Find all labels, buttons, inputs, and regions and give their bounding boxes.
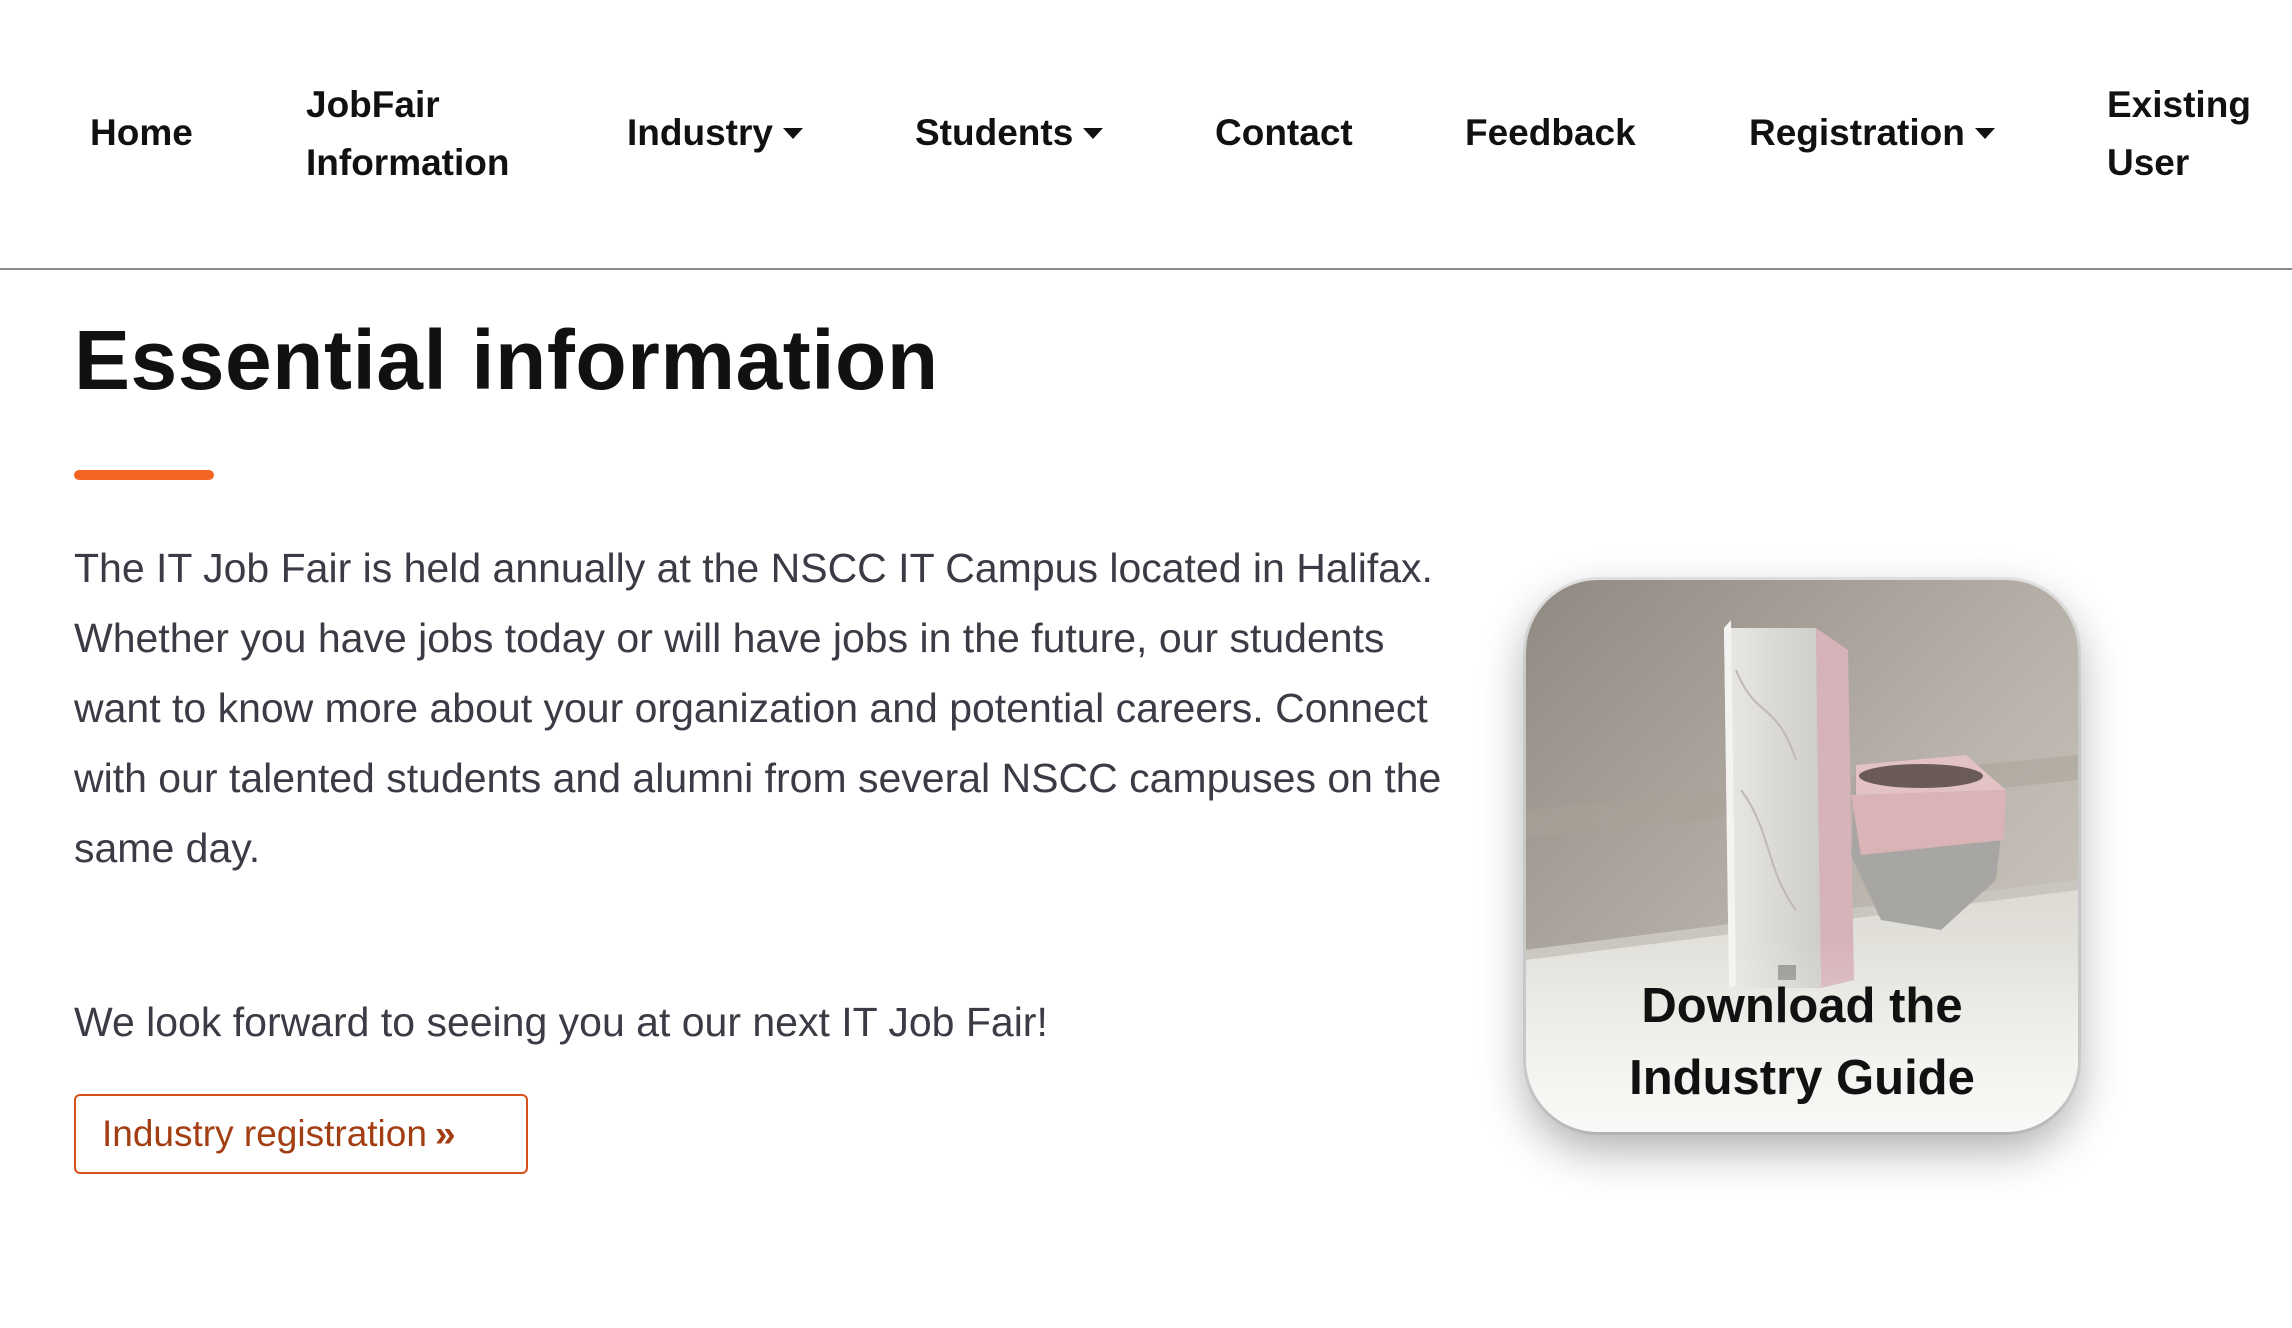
nav-industry-dropdown[interactable]: Industry bbox=[627, 104, 803, 162]
double-chevron-right-icon: ›› bbox=[434, 1113, 456, 1154]
nav-home[interactable]: Home bbox=[90, 104, 193, 162]
industry-registration-button[interactable]: Industry registration ›› bbox=[74, 1094, 528, 1174]
closing-paragraph: We look forward to seeing you at our nex… bbox=[74, 999, 1048, 1045]
nav-feedback-label: Feedback bbox=[1465, 112, 1636, 153]
nav-contact-label: Contact bbox=[1215, 112, 1353, 153]
nav-home-label: Home bbox=[90, 112, 193, 153]
guide-title-line1: Download the bbox=[1641, 979, 1963, 1033]
nav-students-dropdown[interactable]: Students bbox=[915, 104, 1104, 162]
nav-contact[interactable]: Contact bbox=[1215, 104, 1353, 162]
nav-students-label: Students bbox=[915, 112, 1074, 153]
main-navbar: Home JobFair Information Industry Studen… bbox=[0, 0, 2292, 270]
nav-existing-label-line2: User bbox=[2107, 142, 2190, 183]
nav-existing-label-line1: Existing bbox=[2107, 84, 2251, 125]
nav-registration-dropdown[interactable]: Registration bbox=[1749, 104, 1995, 162]
intro-paragraph: The IT Job Fair is held annually at the … bbox=[74, 545, 1442, 871]
page-title: Essential information bbox=[74, 313, 939, 407]
heading-accent-divider bbox=[74, 470, 214, 480]
nav-existing-user[interactable]: Existing User bbox=[2107, 76, 2251, 192]
nav-jobfair-label-line2: Information bbox=[306, 142, 510, 183]
caret-down-icon bbox=[1974, 127, 1995, 139]
guide-title-line2: Industry Guide bbox=[1629, 1051, 1975, 1105]
nav-registration-label: Registration bbox=[1749, 112, 1965, 153]
industry-guide-download-card[interactable]: Download the Industry Guide bbox=[1526, 580, 2078, 1132]
nav-jobfair-label-line1: JobFair bbox=[306, 84, 440, 125]
nav-industry-label: Industry bbox=[627, 112, 773, 153]
caret-down-icon bbox=[782, 127, 803, 139]
page: Home JobFair Information Industry Studen… bbox=[0, 0, 2292, 1328]
nav-feedback[interactable]: Feedback bbox=[1465, 104, 1636, 162]
industry-registration-label: Industry registration bbox=[102, 1113, 427, 1154]
caret-down-icon bbox=[1083, 127, 1104, 139]
nav-jobfair-information[interactable]: JobFair Information bbox=[306, 76, 509, 192]
